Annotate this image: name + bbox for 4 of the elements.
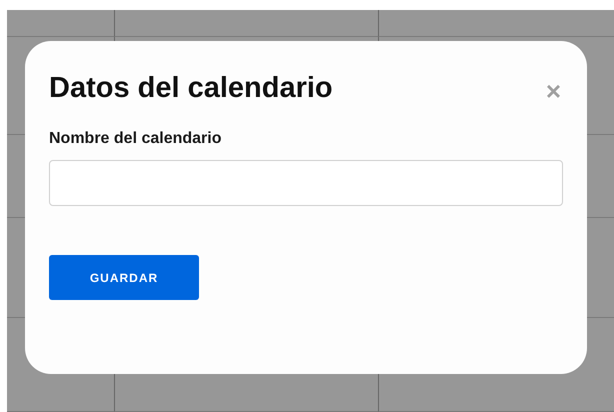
dialog-title: Datos del calendario: [49, 71, 333, 105]
name-input[interactable]: [49, 160, 563, 206]
save-button[interactable]: GUARDAR: [49, 255, 199, 300]
field-label: Nombre del calendario: [49, 129, 222, 149]
